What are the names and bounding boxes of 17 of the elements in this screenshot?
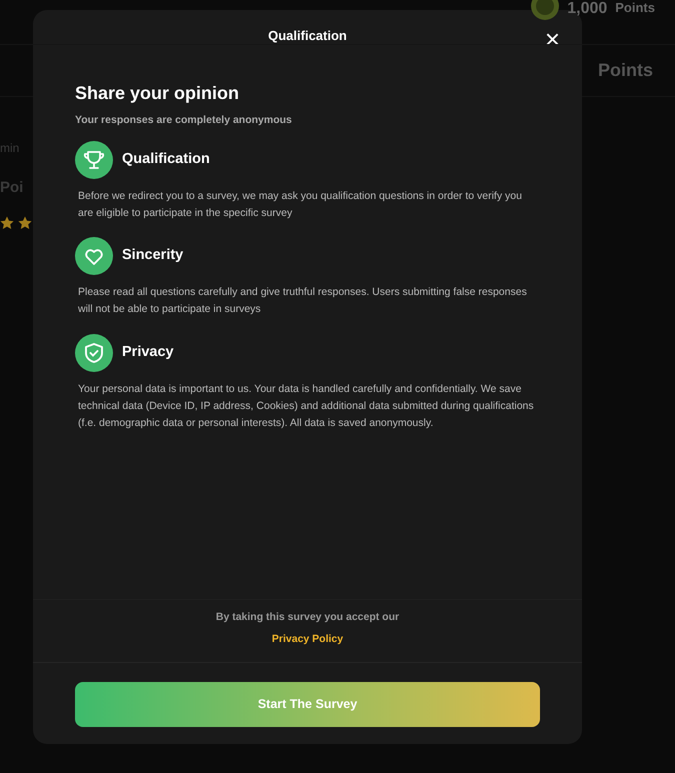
section-title: Qualification: [122, 150, 210, 169]
tab-label: Points: [598, 59, 653, 82]
consent-text: By taking this survey you accept our: [214, 610, 400, 626]
points-label: Points: [615, 0, 655, 17]
section-title: Sincerity: [122, 246, 184, 266]
section-text: Your personal data is important to us. Your data is handled carefully and confidentially. We save technical data (Device ID, IP address, Cookies) and additional data submitted during qualifications (f.e. demographic data or personal interests). All data is saved anonymously.: [78, 382, 535, 431]
shield-icon: [75, 334, 113, 372]
trophy-icon: [75, 140, 113, 179]
section-text: Before we redirect you to a survey, we may ask you qualification questions in order to verify you are eligible to participate in the specific survey: [78, 188, 523, 221]
dialog-subheading: Your responses are completely anonymous: [75, 113, 293, 128]
dialog-title: Qualification: [268, 27, 347, 45]
privacy-policy-link[interactable]: Privacy Policy: [272, 633, 344, 645]
points-amount: 1,000: [567, 1, 608, 17]
dialog-heading: Share your opinion: [75, 82, 240, 105]
section-title: Privacy: [122, 343, 174, 362]
section-text: Please read all questions carefully and give truthful responses. Users submitting false responses will not be able to participate in surveys: [78, 285, 528, 318]
star-rating-drawing: [0, 216, 32, 230]
